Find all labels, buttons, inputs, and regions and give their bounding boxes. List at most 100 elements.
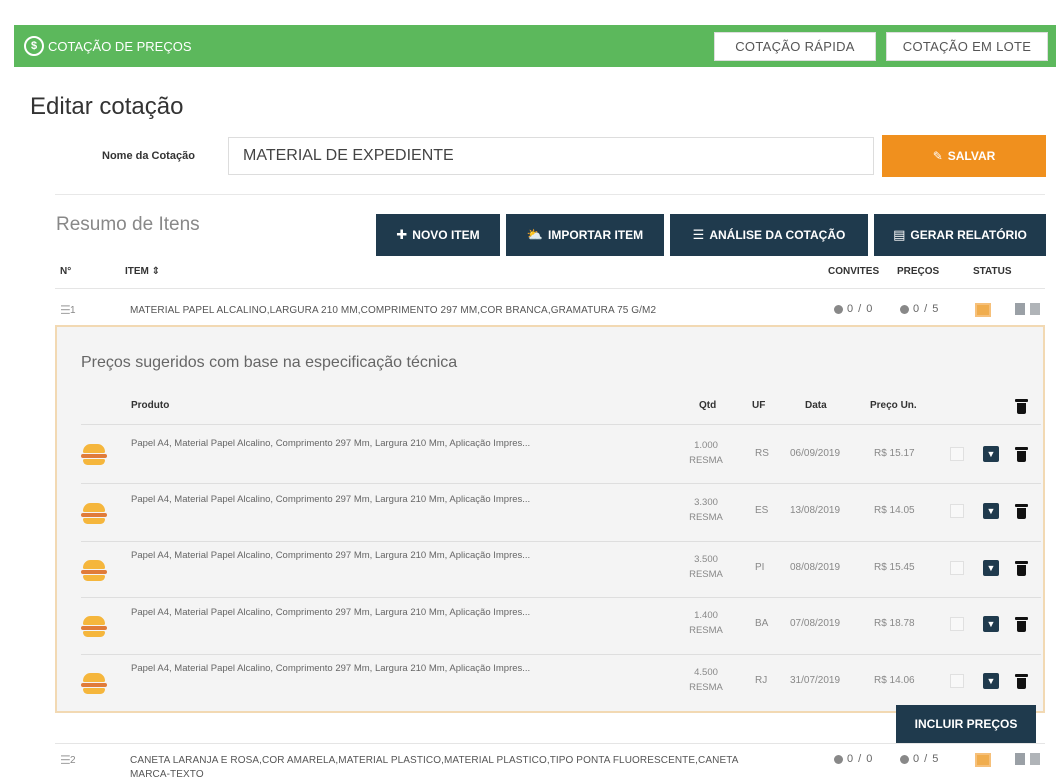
product-qty: 1.400 RESMA [686,608,726,638]
quote-name-input[interactable]: MATERIAL DE EXPEDIENTE [228,137,874,175]
list-icon: ☰ [692,227,705,242]
col-item-header[interactable]: ITEM ⇕ [125,266,160,277]
items-summary-title: Resumo de Itens [56,214,200,235]
select-checkbox[interactable] [950,674,964,688]
item-description[interactable]: MATERIAL PAPEL ALCALINO,LARGURA 210 MM,C… [130,304,656,318]
description-line: CANETA LARANJA E ROSA,COR AMARELA,MATERI… [130,755,739,766]
include-prices-button[interactable]: INCLUIR PREÇOS [896,705,1036,743]
status-badge [975,303,991,317]
burger-icon [81,616,107,638]
save-label: SALVAR [947,149,996,163]
select-checkbox[interactable] [950,617,964,631]
qty-value: 1.400 [694,610,718,621]
invites-value: 0 / 0 [847,303,874,315]
divider [81,597,1041,598]
trash-icon[interactable] [1015,674,1028,689]
chevron-down-icon[interactable]: ▼ [983,503,999,519]
new-item-button[interactable]: ✚ NOVO ITEM [376,214,500,256]
qty-value: 4.500 [694,667,718,678]
chevron-down-icon[interactable]: ▼ [983,446,999,462]
import-item-label: IMPORTAR ITEM [548,228,644,242]
invites-counter: 0 / 0 [834,303,873,315]
edit-icon[interactable] [1015,753,1025,765]
trash-icon[interactable] [1015,504,1028,519]
cloud-upload-icon: ⛅ [526,227,544,242]
divider [81,483,1041,484]
col-uf-header: UF [752,400,766,411]
col-price-header: Preço Un. [870,400,917,411]
currency-icon: $ [24,36,44,56]
product-description: Papel A4, Material Papel Alcalino, Compr… [131,607,531,618]
col-status-header: STATUS [973,266,1012,277]
edit-icon[interactable] [1015,303,1025,315]
product-description: Papel A4, Material Papel Alcalino, Compr… [131,663,531,674]
select-checkbox[interactable] [950,447,964,461]
unit-value: RESMA [689,625,723,636]
generate-report-label: GERAR RELATÓRIO [910,228,1027,242]
divider [81,424,1041,425]
divider [55,194,1045,195]
burger-icon [81,560,107,582]
trash-icon[interactable] [1015,399,1028,414]
burger-icon [81,673,107,695]
product-qty: 1.000 RESMA [686,438,726,468]
row-number: 2 [70,755,76,766]
select-checkbox[interactable] [950,504,964,518]
col-product-header: Produto [131,400,170,411]
page-title: Editar cotação [30,93,184,120]
chevron-down-icon[interactable]: ▼ [983,673,999,689]
edit-icon: ✎ [932,149,943,163]
plus-icon: ✚ [396,227,408,242]
brand[interactable]: $ COTAÇÃO DE PREÇOS [24,36,192,56]
product-uf: BA [755,618,769,629]
col-num-header: N° [60,266,72,277]
chevron-down-icon[interactable]: ▼ [983,560,999,576]
row-number: 1 [70,305,76,316]
quote-name-label: Nome da Cotação [102,150,195,162]
quick-quote-button[interactable]: COTAÇÃO RÁPIDA [714,32,876,61]
product-price: R$ 14.06 [874,675,915,686]
new-item-label: NOVO ITEM [412,228,480,242]
product-date: 08/08/2019 [790,562,841,573]
product-date: 06/09/2019 [790,448,841,459]
chevron-down-icon[interactable]: ▼ [983,616,999,632]
qty-value: 3.500 [694,554,718,565]
divider [81,654,1041,655]
quote-analysis-button[interactable]: ☰ ANÁLISE DA COTAÇÃO [670,214,868,256]
product-date: 13/08/2019 [790,505,841,516]
trash-icon[interactable] [1030,303,1040,315]
product-price: R$ 15.17 [874,448,915,459]
product-uf: PI [755,562,765,573]
description-line: MARCA-TEXTO [130,769,204,780]
unit-value: RESMA [689,455,723,466]
qty-value: 1.000 [694,440,718,451]
generate-report-button[interactable]: ▤ GERAR RELATÓRIO [874,214,1046,256]
trash-icon[interactable] [1015,561,1028,576]
col-prices-header: PREÇOS [897,266,940,277]
import-item-button[interactable]: ⛅ IMPORTAR ITEM [506,214,664,256]
save-button[interactable]: ✎ SALVAR [882,135,1046,177]
trash-icon[interactable] [1015,617,1028,632]
product-description: Papel A4, Material Papel Alcalino, Compr… [131,550,531,561]
circle-icon [900,754,909,764]
unit-value: RESMA [689,512,723,523]
burger-icon [81,444,107,466]
product-qty: 3.500 RESMA [686,552,726,582]
circle-icon [900,304,909,314]
col-date-header: Data [805,400,827,411]
item-description[interactable]: CANETA LARANJA E ROSA,COR AMARELA,MATERI… [130,754,820,782]
prices-counter: 0 / 5 [900,303,939,315]
product-price: R$ 18.78 [874,618,915,629]
suggested-prices-title: Preços sugeridos com base na especificaç… [81,354,458,371]
product-description: Papel A4, Material Papel Alcalino, Compr… [131,494,531,505]
col-qty-header: Qtd [699,400,717,411]
unit-value: RESMA [689,569,723,580]
trash-icon[interactable] [1030,753,1040,765]
batch-quote-button[interactable]: COTAÇÃO EM LOTE [886,32,1048,61]
select-checkbox[interactable] [950,561,964,575]
trash-icon[interactable] [1015,447,1028,462]
product-date: 07/08/2019 [790,618,841,629]
unit-value: RESMA [689,682,723,693]
file-icon: ▤ [893,227,906,242]
product-uf: RS [755,448,769,459]
